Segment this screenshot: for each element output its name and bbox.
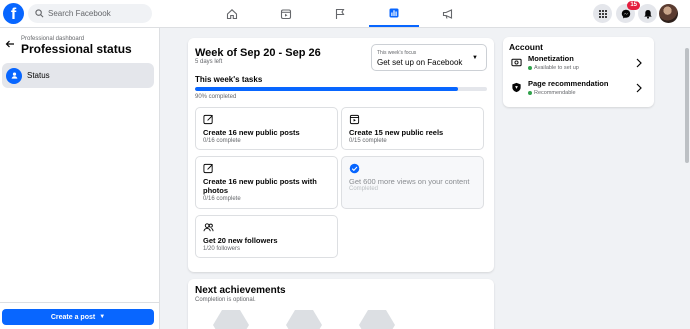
sidebar-item-label: Status bbox=[27, 71, 50, 80]
account-row-monetization[interactable]: Monetization Available to set up bbox=[509, 54, 649, 76]
nav-home[interactable] bbox=[207, 0, 257, 27]
progress-text: 90% completed bbox=[195, 94, 237, 100]
edit-icon bbox=[203, 163, 213, 174]
bell-icon bbox=[643, 9, 652, 19]
task-name: Create 16 new public posts with photos bbox=[203, 177, 317, 195]
task-name: Create 15 new public reels bbox=[349, 128, 444, 137]
focus-value: Get set up on Facebook bbox=[377, 58, 463, 67]
nav-pages[interactable] bbox=[315, 0, 365, 27]
task-card[interactable]: Get 20 new followers 1/20 followers bbox=[195, 215, 338, 258]
focus-select[interactable]: This week's focus Get set up on Facebook… bbox=[371, 44, 487, 71]
messenger-icon bbox=[621, 9, 630, 18]
status-dot bbox=[528, 66, 532, 70]
page-title: Professional status bbox=[21, 42, 132, 56]
profile-avatar[interactable] bbox=[659, 4, 678, 23]
scrollbar-thumb[interactable] bbox=[685, 48, 689, 163]
caret-down-icon: ▼ bbox=[99, 314, 106, 320]
home-icon bbox=[226, 8, 238, 19]
chevron-right-icon bbox=[636, 83, 642, 93]
tasks-progress-bar bbox=[195, 87, 487, 91]
account-card: Account Monetization Available to set up… bbox=[503, 37, 654, 107]
progress-fill bbox=[195, 87, 458, 91]
status-text: Available to set up bbox=[534, 65, 579, 71]
flag-icon bbox=[335, 8, 345, 19]
edit-icon bbox=[203, 114, 213, 125]
sidebar-item-status[interactable]: Status bbox=[2, 63, 154, 88]
task-card[interactable]: Create 15 new public reels 0/15 complete bbox=[341, 107, 484, 150]
status-dot bbox=[528, 91, 532, 95]
back-arrow-icon[interactable] bbox=[5, 39, 15, 49]
check-icon bbox=[349, 163, 360, 174]
people-icon bbox=[203, 223, 214, 232]
search-box[interactable] bbox=[28, 4, 152, 23]
task-card[interactable]: Create 16 new public posts 0/16 complete bbox=[195, 107, 338, 150]
days-left: 5 days left bbox=[195, 59, 223, 65]
create-post-button[interactable]: Create a post ▼ bbox=[2, 309, 154, 325]
achievements-title: Next achievements bbox=[195, 285, 286, 296]
left-sidebar: Professional dashboard Professional stat… bbox=[0, 28, 160, 329]
weekly-tasks-card: Week of Sep 20 - Sep 26 5 days left This… bbox=[188, 38, 494, 272]
task-name: Create 16 new public posts bbox=[203, 128, 300, 137]
achievements-card: Next achievements Completion is optional… bbox=[188, 279, 494, 329]
task-progress: 0/15 complete bbox=[349, 138, 387, 144]
account-row-page-recommendation[interactable]: Page recommendation Recommendable bbox=[509, 79, 649, 101]
task-progress: Completed bbox=[349, 186, 379, 192]
notifications-button[interactable] bbox=[638, 4, 657, 23]
messenger-button[interactable]: 15 bbox=[616, 1, 640, 23]
account-row-name: Page recommendation bbox=[528, 79, 609, 88]
divider bbox=[0, 302, 159, 303]
achievement-badge[interactable] bbox=[286, 310, 322, 329]
chevron-right-icon bbox=[636, 58, 642, 68]
achievement-badge[interactable] bbox=[359, 310, 395, 329]
achievements-subtitle: Completion is optional. bbox=[195, 297, 256, 303]
account-row-status: Recommendable bbox=[528, 90, 576, 96]
megaphone-icon bbox=[442, 8, 453, 19]
caret-down-icon: ▼ bbox=[472, 55, 478, 61]
create-post-label: Create a post bbox=[50, 313, 96, 321]
task-progress: 0/16 complete bbox=[203, 196, 241, 202]
task-card-completed[interactable]: Get 600 more views on your content Compl… bbox=[341, 156, 484, 209]
shield-icon bbox=[512, 82, 521, 93]
top-bar: f 15 bbox=[0, 0, 690, 28]
status-icon bbox=[6, 67, 22, 84]
task-progress: 0/16 complete bbox=[203, 138, 241, 144]
tasks-title: This week's tasks bbox=[195, 75, 263, 84]
nav-video[interactable] bbox=[261, 0, 311, 27]
facebook-logo[interactable]: f bbox=[3, 3, 24, 24]
nav-dashboard[interactable] bbox=[369, 0, 419, 27]
reel-icon bbox=[349, 114, 360, 125]
achievement-badge[interactable] bbox=[213, 310, 249, 329]
focus-label: This week's focus bbox=[377, 50, 417, 56]
money-icon bbox=[511, 58, 522, 67]
search-input[interactable] bbox=[48, 9, 148, 18]
task-progress: 1/20 followers bbox=[203, 246, 241, 252]
account-title: Account bbox=[509, 42, 543, 52]
task-name: Get 600 more views on your content bbox=[349, 177, 470, 186]
menu-button[interactable] bbox=[593, 4, 612, 23]
grid-menu-icon bbox=[598, 9, 607, 18]
search-icon bbox=[35, 9, 44, 18]
status-text: Recommendable bbox=[534, 90, 576, 96]
page-scrollbar[interactable] bbox=[684, 28, 690, 329]
account-row-status: Available to set up bbox=[528, 65, 579, 71]
dashboard-icon bbox=[389, 8, 399, 17]
nav-ads[interactable] bbox=[423, 0, 473, 27]
task-card[interactable]: Create 16 new public posts with photos 0… bbox=[195, 156, 338, 209]
video-icon bbox=[280, 8, 292, 19]
task-name: Get 20 new followers bbox=[203, 236, 278, 245]
account-row-name: Monetization bbox=[528, 54, 574, 63]
week-title: Week of Sep 20 - Sep 26 bbox=[195, 47, 321, 59]
